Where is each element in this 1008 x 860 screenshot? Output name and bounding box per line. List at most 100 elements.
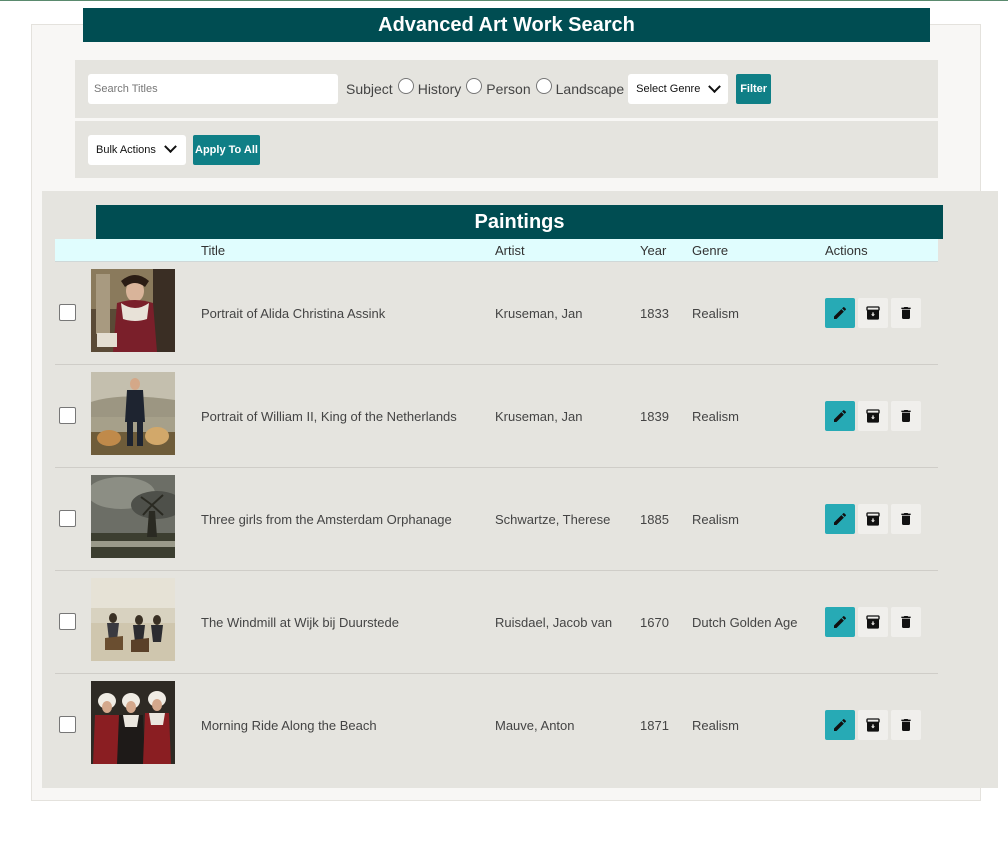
- archive-icon: [866, 615, 880, 629]
- delete-button[interactable]: [891, 298, 921, 328]
- top-border-line: [0, 0, 1008, 1]
- bulk-actions-bar: Bulk Actions Apply To All: [75, 121, 938, 178]
- trash-icon: [901, 307, 911, 319]
- cell-genre: Realism: [692, 718, 739, 733]
- painting-thumbnail: [91, 681, 175, 764]
- column-header-genre: Genre: [692, 243, 729, 258]
- archive-icon: [866, 718, 880, 732]
- column-header-actions: Actions: [825, 243, 868, 258]
- pencil-icon: [834, 306, 847, 319]
- cell-artist: Kruseman, Jan: [495, 409, 583, 424]
- cell-year: 1833: [640, 306, 669, 321]
- cell-genre: Realism: [692, 512, 739, 527]
- paintings-title: Paintings: [96, 205, 943, 239]
- trash-icon: [901, 616, 911, 628]
- cell-year: 1871: [640, 718, 669, 733]
- edit-button[interactable]: [825, 710, 855, 740]
- cell-year: 1885: [640, 512, 669, 527]
- bulk-actions-select[interactable]: Bulk Actions: [88, 134, 186, 165]
- trash-icon: [901, 410, 911, 422]
- trash-icon: [901, 513, 911, 525]
- bulk-actions-label: Bulk Actions: [96, 143, 156, 156]
- subject-label: Subject: [346, 81, 393, 97]
- radio-label-landscape: Landscape: [555, 81, 625, 97]
- column-header-artist: Artist: [495, 243, 525, 258]
- table-row: Portrait of Alida Christina Assink Kruse…: [55, 262, 938, 365]
- row-checkbox[interactable]: [59, 407, 76, 424]
- painting-thumbnail: [91, 269, 175, 352]
- delete-button[interactable]: [891, 504, 921, 534]
- painting-thumbnail: [91, 475, 175, 558]
- table-row: Morning Ride Along the Beach Mauve, Anto…: [55, 674, 938, 777]
- cell-genre: Dutch Golden Age: [692, 615, 798, 630]
- archive-button[interactable]: [858, 298, 888, 328]
- cell-title: Portrait of William II, King of the Neth…: [201, 409, 457, 424]
- radio-landscape[interactable]: Landscape: [535, 78, 625, 97]
- archive-button[interactable]: [858, 401, 888, 431]
- edit-button[interactable]: [825, 401, 855, 431]
- row-actions: [825, 710, 921, 740]
- cell-genre: Realism: [692, 306, 739, 321]
- cell-year: 1839: [640, 409, 669, 424]
- cell-title: The Windmill at Wijk bij Duurstede: [201, 615, 399, 630]
- cell-genre: Realism: [692, 409, 739, 424]
- painting-thumbnail: [91, 578, 175, 661]
- cell-artist: Mauve, Anton: [495, 718, 575, 733]
- chevron-down-icon: [708, 79, 722, 93]
- cell-artist: Ruisdael, Jacob van: [495, 615, 613, 630]
- archive-icon: [866, 409, 880, 423]
- radio-person[interactable]: Person: [466, 78, 531, 97]
- radio-button[interactable]: [397, 78, 414, 94]
- cell-year: 1670: [640, 615, 669, 630]
- archive-button[interactable]: [858, 504, 888, 534]
- filter-bar: Subject History Person Landscape Select …: [75, 60, 938, 118]
- radio-label-history: History: [417, 81, 462, 97]
- cell-title: Three girls from the Amsterdam Orphanage: [201, 512, 452, 527]
- delete-button[interactable]: [891, 607, 921, 637]
- genre-select[interactable]: Select Genre: [628, 74, 729, 104]
- cell-artist: Schwartze, Therese: [495, 512, 611, 527]
- archive-icon: [866, 512, 880, 526]
- edit-button[interactable]: [825, 607, 855, 637]
- cell-title: Morning Ride Along the Beach: [201, 718, 377, 733]
- cell-artist: Kruseman, Jan: [495, 306, 583, 321]
- row-actions: [825, 401, 921, 431]
- column-header-year: Year: [640, 243, 667, 258]
- radio-label-person: Person: [486, 81, 531, 97]
- row-checkbox[interactable]: [59, 716, 76, 733]
- row-checkbox[interactable]: [59, 304, 76, 321]
- pencil-icon: [834, 409, 847, 422]
- delete-button[interactable]: [891, 710, 921, 740]
- row-actions: [825, 298, 921, 328]
- row-checkbox[interactable]: [59, 613, 76, 630]
- table-row: Three girls from the Amsterdam Orphanage…: [55, 468, 938, 571]
- radio-history[interactable]: History: [397, 78, 462, 97]
- trash-icon: [901, 719, 911, 731]
- table-row: Portrait of William II, King of the Neth…: [55, 365, 938, 468]
- archive-icon: [866, 306, 880, 320]
- pencil-icon: [834, 615, 847, 628]
- column-header-title: Title: [201, 243, 226, 258]
- row-checkbox[interactable]: [59, 510, 76, 527]
- filter-button[interactable]: Filter: [736, 74, 772, 104]
- edit-button[interactable]: [825, 504, 855, 534]
- radio-button[interactable]: [466, 78, 483, 94]
- row-actions: [825, 504, 921, 534]
- archive-button[interactable]: [858, 607, 888, 637]
- pencil-icon: [834, 718, 847, 731]
- archive-button[interactable]: [858, 710, 888, 740]
- genre-select-label: Select Genre: [636, 83, 701, 95]
- page-title: Advanced Art Work Search: [83, 8, 930, 42]
- radio-button[interactable]: [535, 78, 552, 94]
- chevron-down-icon: [164, 140, 177, 154]
- paintings-table-body: Portrait of Alida Christina Assink Kruse…: [55, 262, 938, 777]
- cell-title: Portrait of Alida Christina Assink: [201, 306, 386, 321]
- search-input[interactable]: [88, 74, 338, 104]
- painting-thumbnail: [91, 372, 175, 455]
- table-header: Title Artist Year Genre Actions: [55, 239, 938, 262]
- row-actions: [825, 607, 921, 637]
- apply-to-all-button[interactable]: Apply To All: [193, 134, 260, 165]
- table-row: The Windmill at Wijk bij Duurstede Ruisd…: [55, 571, 938, 674]
- edit-button[interactable]: [825, 298, 855, 328]
- delete-button[interactable]: [891, 401, 921, 431]
